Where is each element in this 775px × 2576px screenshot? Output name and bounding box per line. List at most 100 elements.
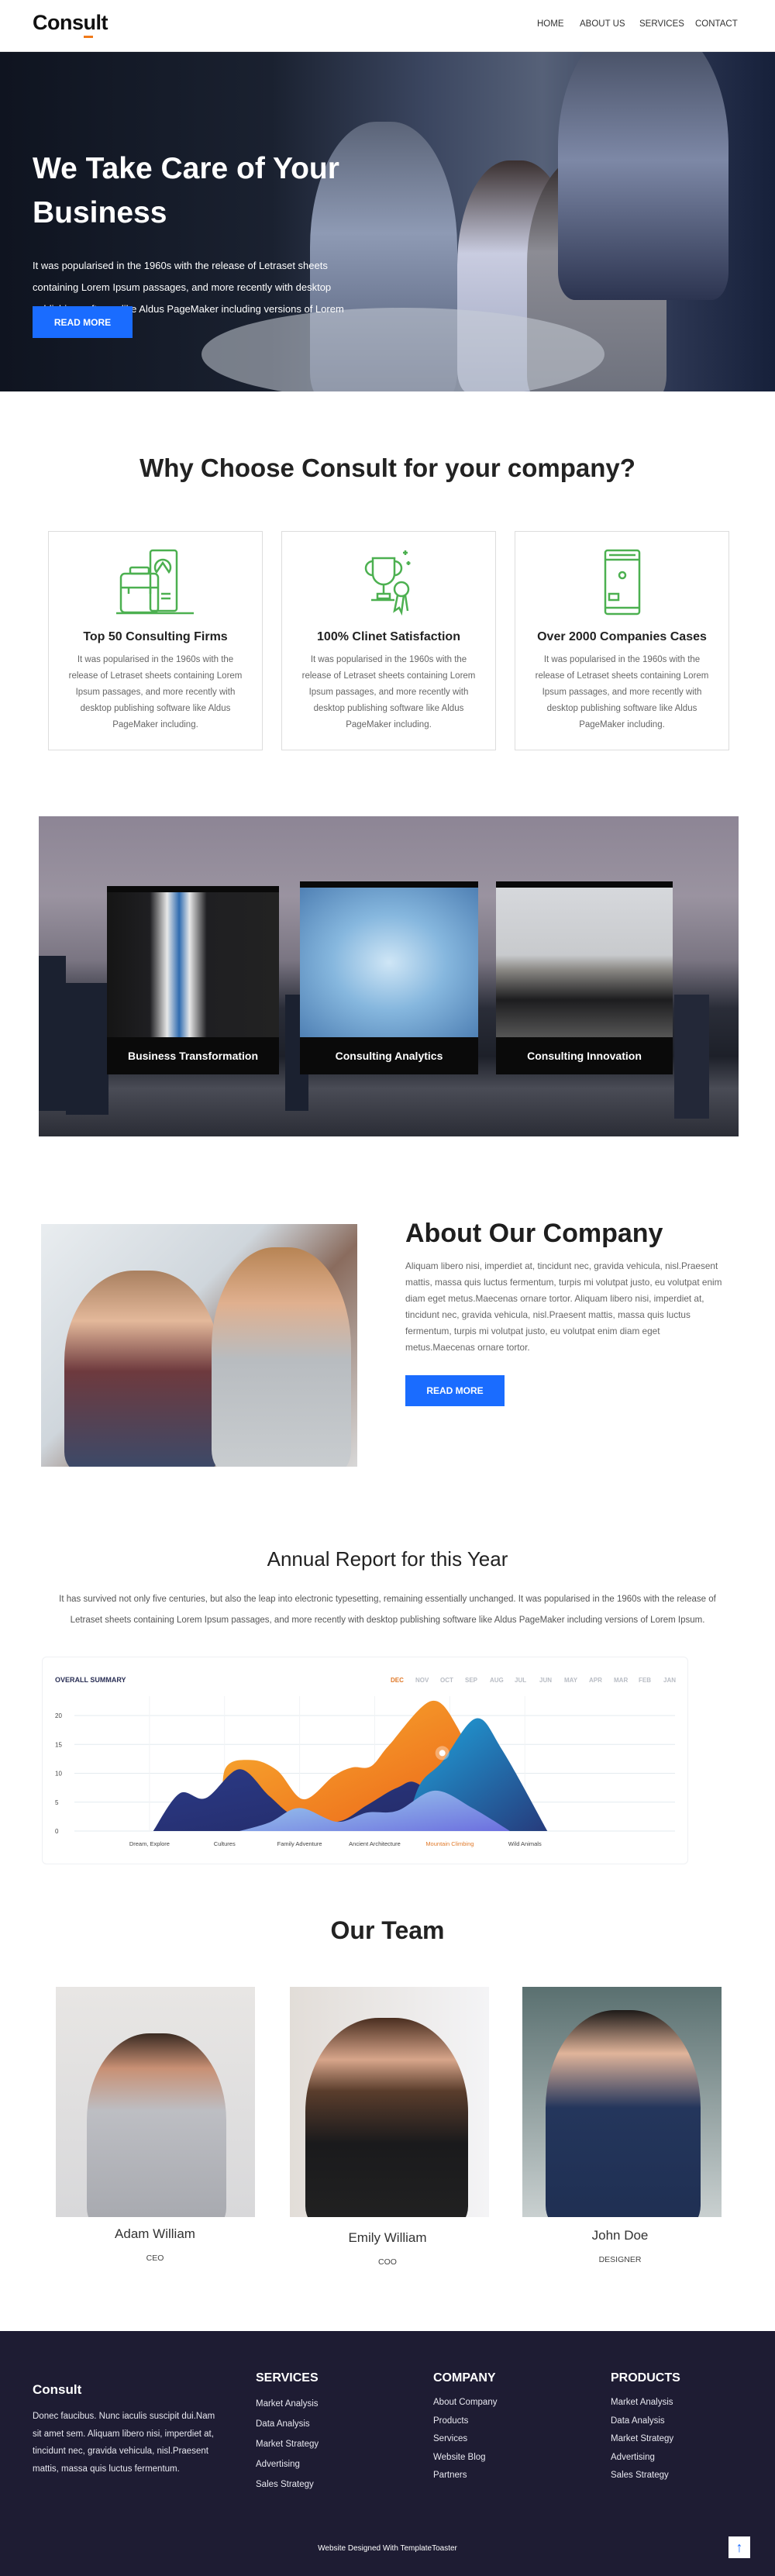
logo-underline [84,36,93,38]
service-card[interactable]: Consulting Analytics [300,881,478,1074]
y-tick-label: 10 [55,1771,62,1778]
footer-link[interactable]: Data Analysis [256,2419,310,2429]
footer-link[interactable]: Sales Strategy [256,2480,314,2489]
month-tab[interactable]: MAR [614,1677,628,1684]
city-building [674,995,709,1119]
x-tick-label: Cultures [214,1840,236,1847]
feature-text: It was popularised in the 1960s with the… [68,655,243,729]
team-member-role: DESIGNER [598,2255,642,2264]
footer-link[interactable]: Services [433,2434,467,2443]
area-chart: OVERALL SUMMARY DEC NOV OCT SEP AUG JUL JUN MAY A… [55,1676,676,1847]
city-building [39,956,66,1111]
briefcase-chart-icon [115,549,194,615]
month-tab[interactable]: SEP [465,1677,478,1684]
month-tab[interactable]: AUG [490,1677,504,1684]
back-to-top-button[interactable]: ↑ [728,2536,750,2558]
team-photo [290,1987,489,2217]
footer-link[interactable]: Advertising [256,2460,300,2469]
hover-marker[interactable] [439,1750,446,1757]
footer-link[interactable]: Sales Strategy [611,2471,669,2480]
server-cabinet-icon [604,549,640,616]
nav-home[interactable]: HOME [537,19,564,29]
y-tick-label: 20 [55,1712,62,1719]
report-text: It has survived not only five centuries,… [59,1595,716,1625]
team-photo [522,1987,722,2217]
footer-link[interactable]: Website Blog [433,2453,486,2462]
report-title: Annual Report for this Year [267,1547,508,1571]
team-member-name: Adam William [115,2226,195,2241]
month-tab[interactable]: JUL [515,1677,526,1684]
service-image [107,892,279,1037]
x-tick-label: Mountain Climbing [425,1840,474,1847]
about-title: About Our Company [405,1219,663,1248]
team-member-name: John Doe [591,2228,649,2243]
trophy-icon [364,550,410,616]
footer-link[interactable]: Advertising [611,2453,655,2462]
service-label: Business Transformation [127,1050,259,1062]
hero-section: We Take Care of Your Business It was pop… [0,52,775,391]
about-read-more-button[interactable]: READ MORE [405,1375,505,1406]
site-footer: Consult Donec faucibus. Nunc iaculis sus… [0,2331,775,2576]
footer-link[interactable]: Market Analysis [256,2399,319,2409]
feature-card: Over 2000 Companies Cases It was popular… [515,531,729,750]
footer-heading: COMPANY [433,2371,496,2385]
team-photo-person [305,2018,468,2217]
footer-link[interactable]: Data Analysis [611,2416,665,2426]
services-banner: Business Transformation Consulting Analy… [39,816,739,1136]
x-tick-label: Wild Animals [508,1840,542,1847]
month-tab[interactable]: JAN [663,1677,676,1684]
feature-title: 100% Clinet Satisfaction [317,630,460,643]
service-card[interactable]: Consulting Innovation [496,881,673,1074]
feature-title: Over 2000 Companies Cases [537,630,707,643]
service-image [300,888,478,1037]
footer-logo: Consult [33,2382,82,2397]
x-tick-label: Ancient Architecture [349,1840,401,1847]
month-tab[interactable]: APR [589,1677,602,1684]
footer-link[interactable]: Market Analysis [611,2398,673,2407]
footer-link[interactable]: Market Strategy [256,2440,319,2449]
logo[interactable]: Consult [33,11,108,35]
site-header: Consult HOME ABOUT US SERVICES CONTACT [0,0,775,52]
team-member-name: Emily William [348,2230,427,2245]
y-tick-label: 0 [55,1828,59,1835]
feature-text: It was popularised in the 1960s with the… [301,655,476,729]
feature-text: It was popularised in the 1960s with the… [535,655,709,729]
hero-photo-person [558,52,728,300]
about-image [41,1224,357,1467]
service-label: Consulting Analytics [335,1050,443,1062]
month-tab[interactable]: JUN [539,1677,552,1684]
nav-contact[interactable]: CONTACT [695,19,738,29]
footer-link[interactable]: Partners [433,2471,467,2480]
footer-link[interactable]: About Company [433,2398,497,2407]
month-tab[interactable]: FEB [639,1677,651,1684]
month-tab[interactable]: NOV [415,1677,429,1684]
nav-about-us[interactable]: ABOUT US [580,19,625,29]
month-tab[interactable]: OCT [440,1677,453,1684]
overall-summary-chart: OVERALL SUMMARY DEC NOV OCT SEP AUG JUL JUN MAY A… [42,1657,688,1864]
footer-credit: Website Designed With TemplateToaster [318,2544,457,2553]
hero-title: We Take Care of Your Business [33,152,339,229]
team-photo-person [87,2033,226,2217]
team-member-role: CEO [146,2254,164,2263]
about-photo-person [212,1247,351,1467]
about-text: Aliquam libero nisi, imperdiet at, tinci… [405,1260,722,1353]
team-photo [56,1987,255,2217]
chart-title: OVERALL SUMMARY [55,1676,126,1684]
y-tick-label: 15 [55,1741,62,1748]
footer-text: Donec faucibus. Nunc iaculis suscipit du… [33,2412,215,2474]
hero-read-more-button[interactable]: READ MORE [33,306,133,338]
team-title: Our Team [330,1916,445,1944]
x-tick-label: Family Adventure [277,1840,322,1847]
service-image [496,888,673,1037]
month-tab[interactable]: DEC [391,1677,404,1684]
feature-title: Top 50 Consulting Firms [83,630,228,643]
month-tab[interactable]: MAY [564,1677,578,1684]
team-photo-person [546,2010,701,2217]
footer-heading: PRODUCTS [611,2371,680,2385]
about-photo-person [64,1271,219,1467]
y-tick-label: 5 [55,1799,59,1806]
nav-services[interactable]: SERVICES [639,19,684,29]
footer-link[interactable]: Market Strategy [611,2434,673,2443]
footer-link[interactable]: Products [433,2416,468,2426]
service-card[interactable]: Business Transformation [107,886,279,1074]
